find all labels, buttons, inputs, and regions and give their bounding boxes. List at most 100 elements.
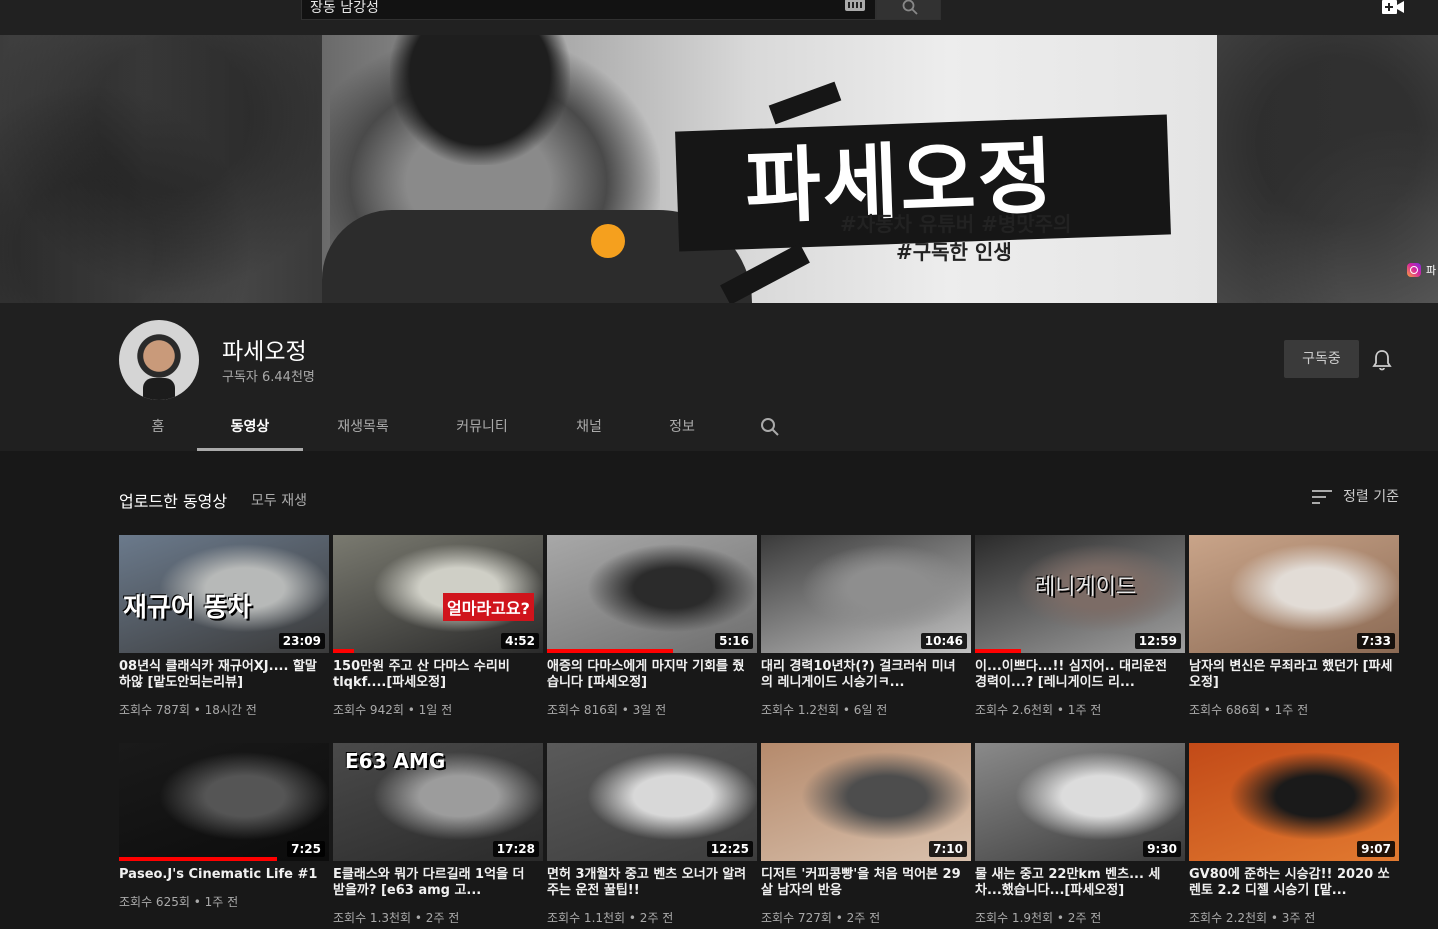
video-card[interactable]: 얼마라고요? 4:52 150만원 주고 산 다마스 수리비 tlqkf....[파… xyxy=(333,535,543,725)
tab-home[interactable]: 홈 xyxy=(138,403,178,451)
video-thumbnail[interactable]: 재규어 똥차 23:09 xyxy=(119,535,329,653)
video-duration: 9:30 xyxy=(1143,841,1181,857)
video-thumbnail[interactable]: 7:33 xyxy=(1189,535,1399,653)
video-meta: 조회수 1.3천회 • 2주 전 xyxy=(333,911,460,925)
subscribed-button[interactable]: 구독중 xyxy=(1284,340,1359,378)
video-title[interactable]: Paseo.J's Cinematic Life #1 xyxy=(119,867,325,883)
video-meta: 조회수 686회 • 1주 전 xyxy=(1189,703,1309,717)
video-meta: 조회수 942회 • 1일 전 xyxy=(333,703,453,717)
video-card[interactable]: 9:07 GV80에 준하는 시승감!! 2020 쏘렌토 2.2 디젤 시승기 … xyxy=(1189,743,1399,929)
thumbnail-caption: 재규어 똥차 xyxy=(123,593,252,623)
channel-search-icon[interactable] xyxy=(760,417,780,437)
video-grid: 재규어 똥차 23:09 08년식 클래식카 재규어XJ.... 할말하않 [맡도안… xyxy=(119,535,1409,929)
channel-name: 파세오정 xyxy=(222,339,307,365)
watch-progress-bar xyxy=(547,649,673,653)
sort-label: 정렬 기준 xyxy=(1343,489,1399,505)
video-title[interactable]: 남자의 변신은 무죄라고 했던가 [파세오정] xyxy=(1189,659,1395,691)
create-video-icon[interactable] xyxy=(1382,0,1404,14)
video-thumbnail[interactable]: 5:16 xyxy=(547,535,757,653)
watch-progress-bar xyxy=(333,649,354,653)
search-query: 장동 남강성 xyxy=(310,0,379,16)
video-title[interactable]: 애증의 다마스에게 마지막 기회를 줬습니다 [파세오정] xyxy=(547,659,753,691)
video-thumbnail[interactable]: 7:10 xyxy=(761,743,971,861)
video-duration: 7:33 xyxy=(1357,633,1395,649)
thumbnail-caption: 얼마라고요? xyxy=(443,593,534,621)
search-icon xyxy=(902,0,918,15)
channel-tabs: 홈 동영상 재생목록 커뮤니티 채널 정보 xyxy=(0,403,900,451)
video-thumbnail[interactable]: 얼마라고요? 4:52 xyxy=(333,535,543,653)
video-card[interactable]: 레니게이드 12:59 이...이쁘다...!! 심지어.. 대리운전 경력이...… xyxy=(975,535,1185,725)
video-title[interactable]: 08년식 클래식카 재규어XJ.... 할말하않 [맡도안되는리뷰] xyxy=(119,659,325,691)
banner-person-hair xyxy=(390,35,570,165)
video-duration: 9:07 xyxy=(1357,841,1395,857)
search-input[interactable]: 장동 남강성 xyxy=(301,0,876,20)
video-meta: 조회수 787회 • 18시간 전 xyxy=(119,703,257,717)
video-title[interactable]: E클래스와 뭐가 다르길래 1억을 더 받을까? [e63 amg 고... xyxy=(333,867,539,899)
watch-progress-bar xyxy=(119,857,277,861)
top-bar: 장동 남강성 xyxy=(0,0,1438,35)
video-thumbnail[interactable]: 9:07 xyxy=(1189,743,1399,861)
video-duration: 10:46 xyxy=(920,633,967,649)
video-meta: 조회수 816회 • 3일 전 xyxy=(547,703,667,717)
video-thumbnail[interactable]: 9:30 xyxy=(975,743,1185,861)
video-meta: 조회수 1.9천회 • 2주 전 xyxy=(975,911,1102,925)
video-meta: 조회수 727회 • 2주 전 xyxy=(761,911,881,925)
banner-tagline: #자동차 유튜버 #병맛주의 xyxy=(840,212,1072,236)
play-all-link[interactable]: 모두 재생 xyxy=(251,490,307,510)
video-title[interactable]: 물 새는 중고 22만km 벤츠... 세차...했습니다...[파세오정] xyxy=(975,867,1181,899)
video-card[interactable]: 5:16 애증의 다마스에게 마지막 기회를 줬습니다 [파세오정] 조회수 816… xyxy=(547,535,757,725)
keyboard-icon[interactable] xyxy=(845,0,865,11)
video-card[interactable]: E63 AMG 17:28 E클래스와 뭐가 다르길래 1억을 더 받을까? [e6… xyxy=(333,743,543,929)
notification-bell-icon[interactable] xyxy=(1372,349,1392,371)
video-title[interactable]: 면허 3개월차 중고 벤츠 오너가 알려주는 운전 꿀팁!! xyxy=(547,867,753,899)
video-thumbnail[interactable]: 7:25 xyxy=(119,743,329,861)
video-card[interactable]: 12:25 면허 3개월차 중고 벤츠 오너가 알려주는 운전 꿀팁!! 조회수 1… xyxy=(547,743,757,929)
video-title[interactable]: 이...이쁘다...!! 심지어.. 대리운전 경력이...? [레니게이드 리… xyxy=(975,659,1181,691)
thumbnail-caption: E63 AMG xyxy=(345,749,446,773)
video-thumbnail[interactable]: 10:46 xyxy=(761,535,971,653)
video-duration: 5:16 xyxy=(715,633,753,649)
video-card[interactable]: 10:46 대리 경력10년차(?) 걸크러쉬 미녀의 레니게이드 시승기ㅋ...… xyxy=(761,535,971,725)
tab-playlists[interactable]: 재생목록 xyxy=(325,403,401,451)
subscriber-count: 구독자 6.44천명 xyxy=(222,370,315,385)
video-thumbnail[interactable]: 레니게이드 12:59 xyxy=(975,535,1185,653)
video-thumbnail[interactable]: E63 AMG 17:28 xyxy=(333,743,543,861)
video-meta: 조회수 1.2천회 • 6일 전 xyxy=(761,703,888,717)
channel-header: 파세오정 구독자 6.44천명 구독중 홈 동영상 재생목록 커뮤니티 채널 정… xyxy=(0,303,1438,451)
instagram-icon xyxy=(1407,263,1421,277)
video-duration: 23:09 xyxy=(278,633,325,649)
video-meta: 조회수 2.2천회 • 3주 전 xyxy=(1189,911,1316,925)
video-title[interactable]: 150만원 주고 산 다마스 수리비 tlqkf....[파세오정] xyxy=(333,659,539,691)
video-duration: 4:52 xyxy=(501,633,539,649)
video-thumbnail[interactable]: 12:25 xyxy=(547,743,757,861)
video-card[interactable]: 7:10 디저트 '커피콩빵'을 처음 먹어본 29살 남자의 반응조회수 727… xyxy=(761,743,971,929)
video-card[interactable]: 재규어 똥차 23:09 08년식 클래식카 재규어XJ.... 할말하않 [맡도안… xyxy=(119,535,329,725)
banner-link-label: 파 xyxy=(1426,264,1437,277)
video-duration: 12:59 xyxy=(1134,633,1181,649)
video-duration: 7:25 xyxy=(287,841,325,857)
video-duration: 12:25 xyxy=(706,841,753,857)
tab-community[interactable]: 커뮤니티 xyxy=(444,403,520,451)
video-meta: 조회수 1.1천회 • 2주 전 xyxy=(547,911,674,925)
banner-tagline: #구독한 인생 xyxy=(896,240,1012,264)
video-title[interactable]: 대리 경력10년차(?) 걸크러쉬 미녀의 레니게이드 시승기ㅋ... xyxy=(761,659,967,691)
watch-progress-bar xyxy=(975,649,1022,653)
banner-orange-dot xyxy=(591,224,625,258)
search-button[interactable] xyxy=(876,0,941,20)
video-title[interactable]: GV80에 준하는 시승감!! 2020 쏘렌토 2.2 디젤 시승기 [맡..… xyxy=(1189,867,1395,899)
video-meta: 조회수 2.6천회 • 1주 전 xyxy=(975,703,1102,717)
tab-about[interactable]: 정보 xyxy=(659,403,705,451)
channel-avatar[interactable] xyxy=(119,320,199,400)
video-meta: 조회수 625회 • 1주 전 xyxy=(119,895,239,909)
tab-channels[interactable]: 채널 xyxy=(566,403,612,451)
video-card[interactable]: 7:33 남자의 변신은 무죄라고 했던가 [파세오정] 조회수 686회 • 1주… xyxy=(1189,535,1399,725)
banner-instagram-link[interactable]: 파 xyxy=(1407,263,1438,277)
video-duration: 17:28 xyxy=(492,841,539,857)
video-card[interactable]: 9:30 물 새는 중고 22만km 벤츠... 세차...했습니다...[파세오… xyxy=(975,743,1185,929)
thumbnail-caption: 레니게이드 xyxy=(1035,575,1137,600)
video-title[interactable]: 디저트 '커피콩빵'을 처음 먹어본 29살 남자의 반응 xyxy=(761,867,967,899)
video-card[interactable]: 7:25 Paseo.J's Cinematic Life #1 조회수 625회 … xyxy=(119,743,329,929)
video-duration: 7:10 xyxy=(929,841,967,857)
section-title: 업로드한 동영상 xyxy=(119,492,228,511)
tab-videos[interactable]: 동영상 xyxy=(197,403,303,451)
